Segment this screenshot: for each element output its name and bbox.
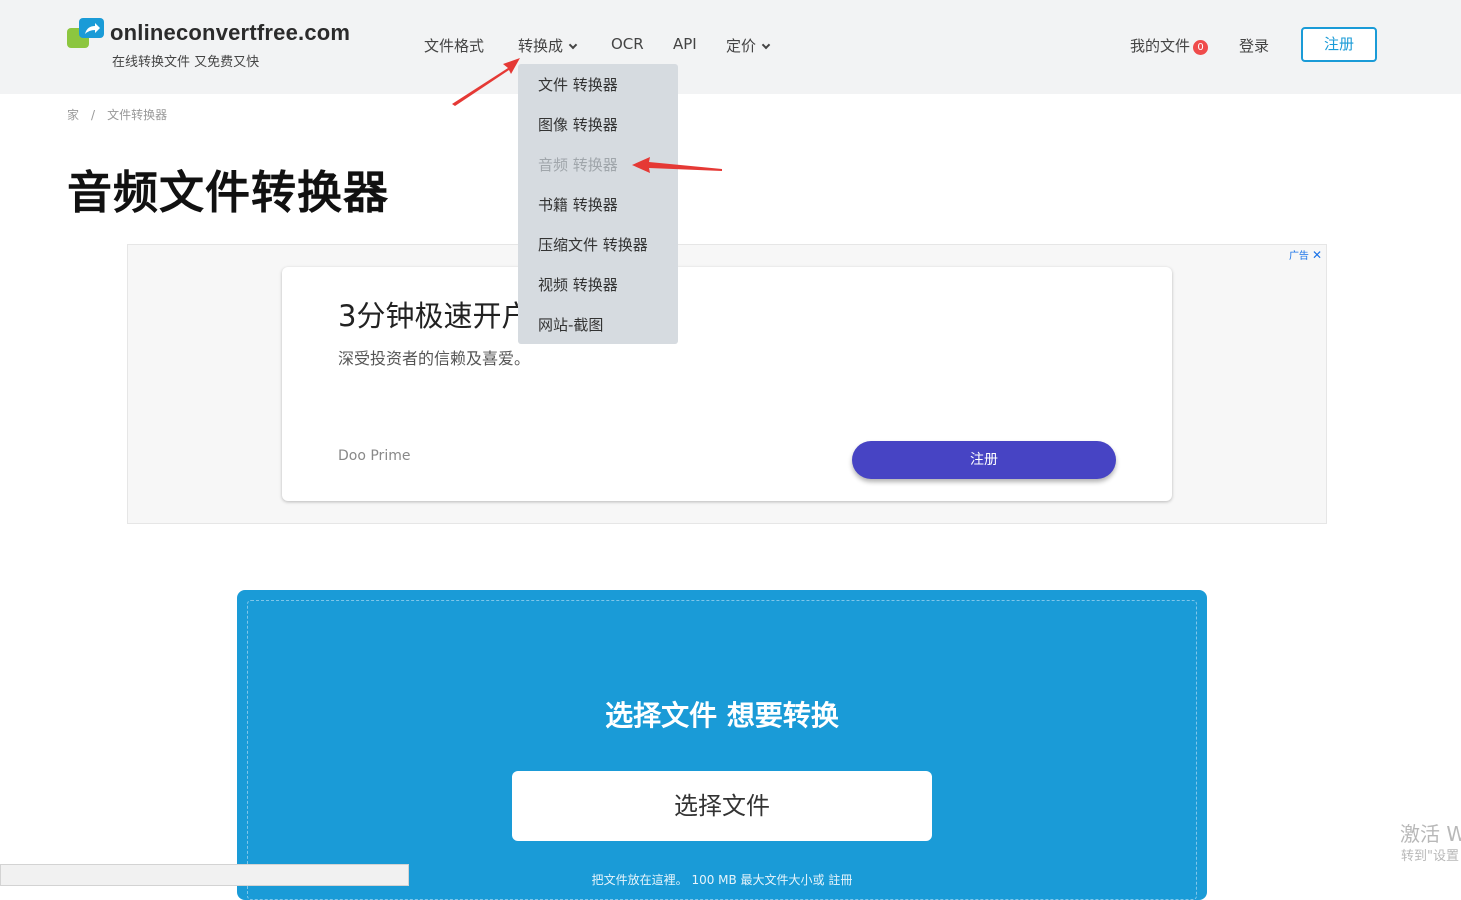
activation-watermark-title: 激活 W [1400, 822, 1461, 846]
breadcrumb: 家 / 文件转换器 [67, 106, 167, 123]
breadcrumb-current[interactable]: 文件转换器 [107, 108, 167, 122]
ad-description: 深受投资者的信赖及喜爱。 [338, 349, 531, 368]
ad-register-button[interactable]: 注册 [852, 441, 1116, 479]
ad-headline[interactable]: 3分钟极速开户 [338, 293, 530, 335]
breadcrumb-separator: / [91, 108, 96, 122]
upload-dropzone[interactable]: 选择文件 想要转换 选择文件 把文件放在這裡。 100 MB 最大文件大小或 註… [237, 590, 1207, 900]
menu-item-website-screenshot[interactable]: 网站-截图 [538, 314, 603, 335]
ad-choices[interactable]: 广告 ✕ [1289, 247, 1322, 262]
ad-label: 广告 [1288, 251, 1309, 262]
choose-file-button[interactable]: 选择文件 [512, 771, 932, 841]
ad-banner: 广告 ✕ 3分钟极速开户 深受投资者的信赖及喜爱。 Doo Prime 注册 [127, 244, 1327, 524]
page-title: 音频文件转换器 [67, 166, 390, 219]
activation-watermark-subtitle: 转到"设置 [1401, 849, 1459, 864]
nav-label: OCR [611, 35, 644, 53]
convert-dropdown-menu: 文件 转换器 图像 转换器 音频 转换器 书籍 转换器 压缩文件 转换器 视频 … [518, 64, 678, 344]
menu-item-video-converter[interactable]: 视频 转换器 [538, 274, 618, 295]
menu-item-ebook-converter[interactable]: 书籍 转换器 [538, 194, 618, 215]
bottom-panel [0, 864, 409, 886]
chevron-down-icon [568, 40, 578, 50]
nav-convert-to[interactable]: 转换成 [518, 35, 578, 56]
dropzone-border [247, 600, 1197, 900]
register-button[interactable]: 注册 [1301, 27, 1377, 62]
nav-label: 定价 [726, 37, 757, 55]
nav-label: 文件格式 [424, 37, 485, 55]
logo-text[interactable]: onlineconvertfree.com [110, 20, 350, 46]
my-files-link[interactable]: 我的文件 0 [1130, 35, 1209, 56]
site-header: onlineconvertfree.com 在线转换文件 又免费又快 文件格式 … [0, 0, 1461, 94]
login-link[interactable]: 登录 [1239, 35, 1269, 56]
ad-card[interactable]: 3分钟极速开户 深受投资者的信赖及喜爱。 Doo Prime 注册 [282, 267, 1172, 501]
chevron-down-icon [761, 40, 771, 50]
ad-brand: Doo Prime [338, 448, 411, 464]
file-count-badge: 0 [1193, 40, 1209, 55]
nav-ocr[interactable]: OCR [611, 35, 644, 53]
nav-file-formats[interactable]: 文件格式 [424, 35, 484, 56]
nav-label: API [673, 35, 697, 53]
my-files-label: 我的文件 [1130, 37, 1191, 55]
logo-icon[interactable] [67, 18, 104, 48]
menu-item-document-converter[interactable]: 文件 转换器 [538, 74, 618, 95]
menu-item-image-converter[interactable]: 图像 转换器 [538, 114, 618, 135]
nav-label: 转换成 [518, 37, 564, 55]
nav-pricing[interactable]: 定价 [726, 35, 771, 56]
menu-item-archive-converter[interactable]: 压缩文件 转换器 [538, 234, 648, 255]
menu-item-audio-converter[interactable]: 音频 转换器 [538, 154, 618, 175]
close-icon[interactable]: ✕ [1312, 248, 1322, 262]
breadcrumb-home[interactable]: 家 [67, 108, 79, 122]
logo-tagline: 在线转换文件 又免费又快 [112, 55, 260, 70]
nav-api[interactable]: API [673, 35, 697, 53]
upload-title: 选择文件 想要转换 [605, 699, 839, 732]
